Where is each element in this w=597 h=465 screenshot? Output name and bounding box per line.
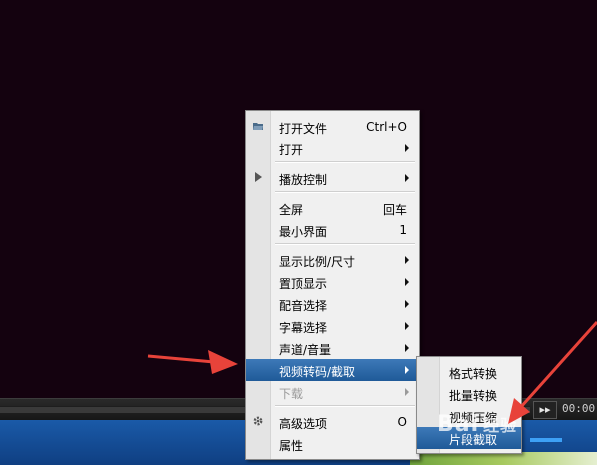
annotation-arrows (147, 320, 597, 424)
annotation-arrow-left (147, 350, 238, 374)
annotation-arrow-right (508, 320, 597, 424)
